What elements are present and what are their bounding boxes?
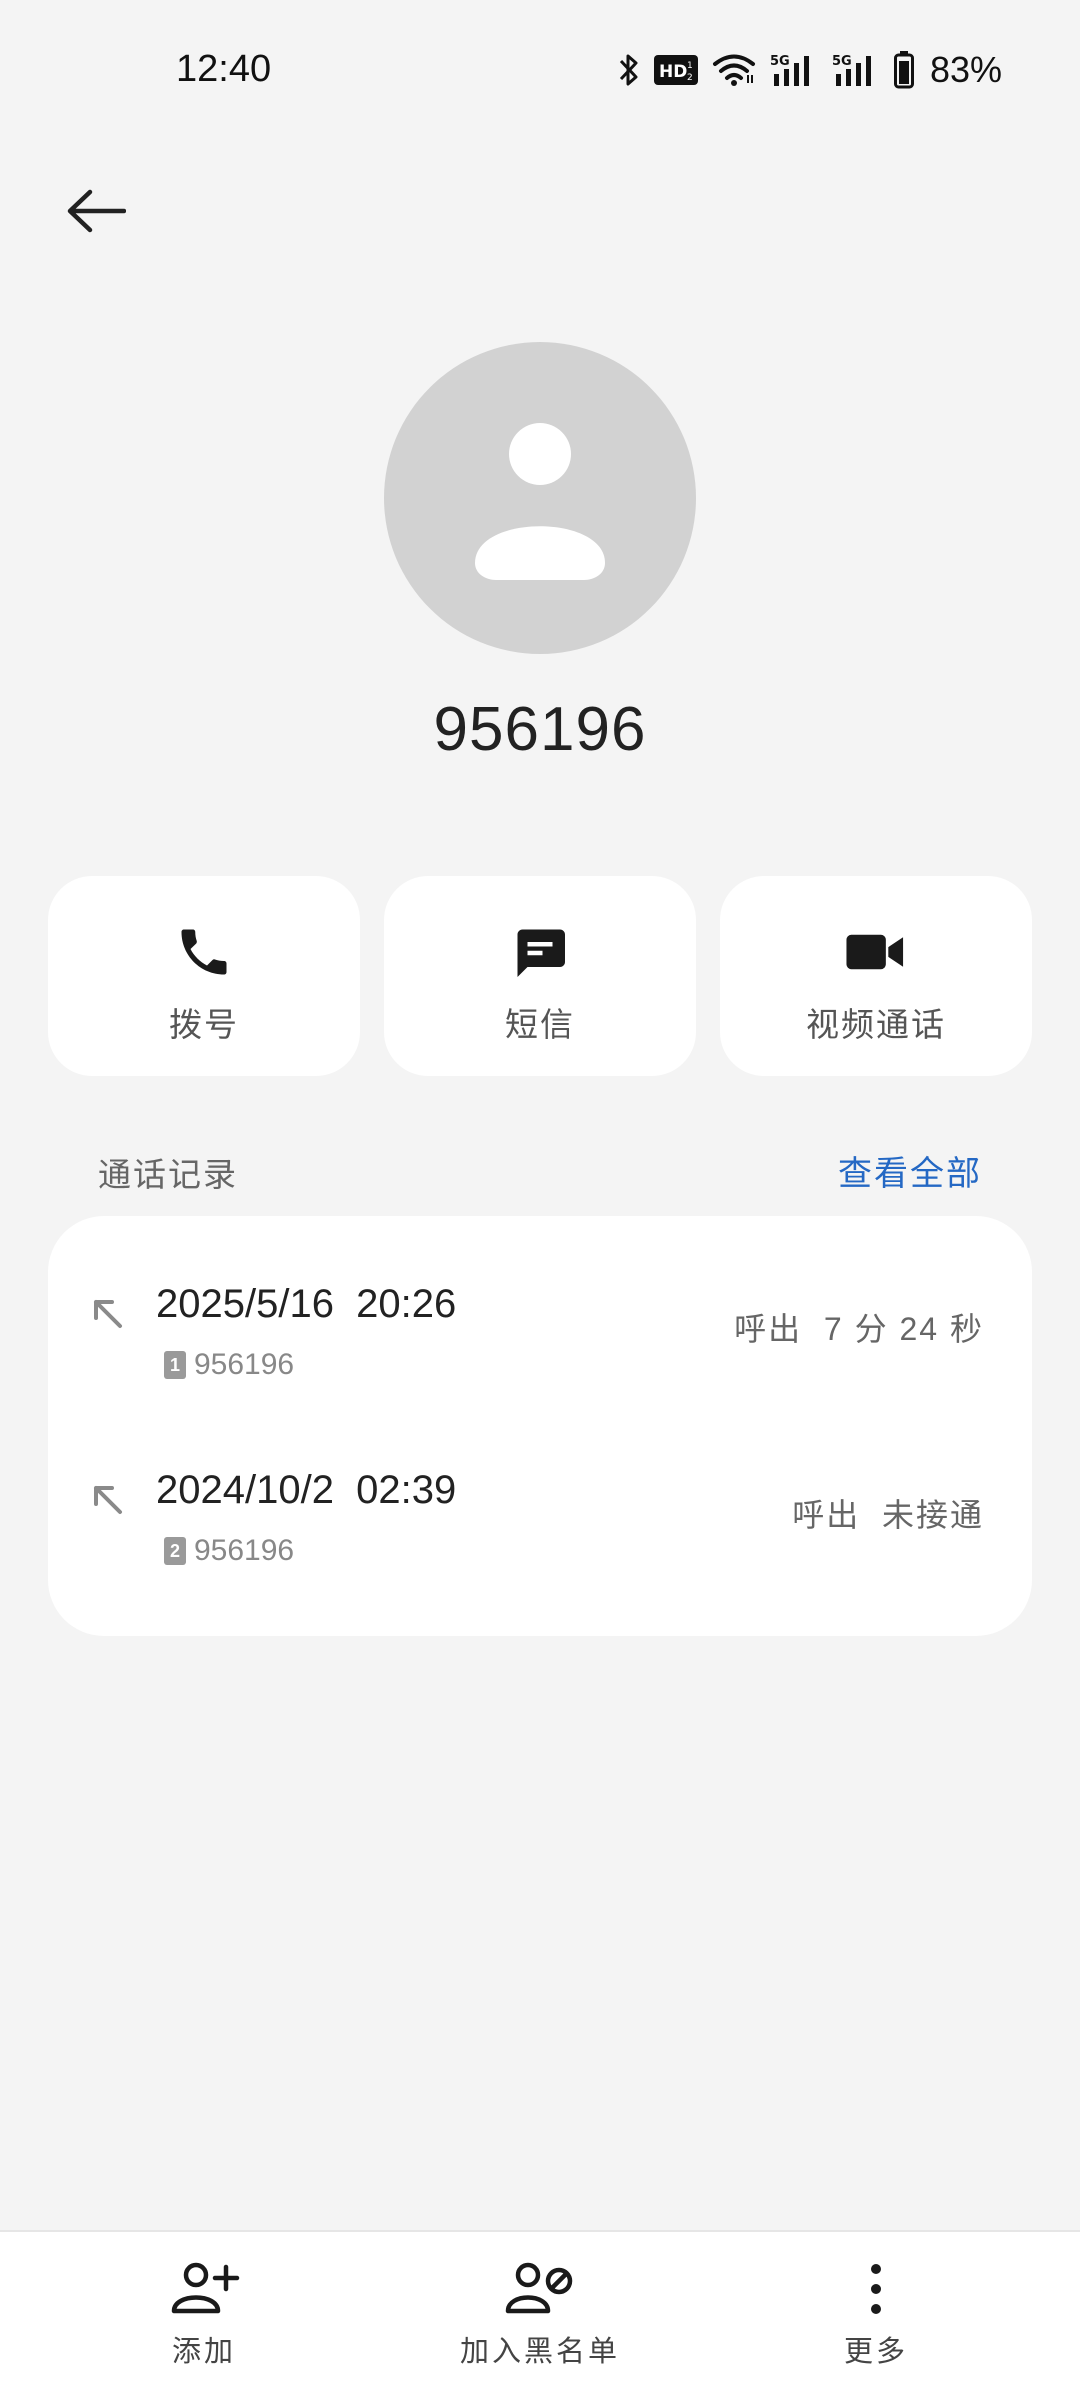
signal-5g-icon: 5G [770, 52, 818, 88]
message-button[interactable]: 短信 [384, 876, 696, 1076]
more-vertical-icon [866, 2254, 886, 2324]
sim-badge: 2 [164, 1537, 186, 1565]
battery-icon [893, 51, 914, 89]
block-contact-button[interactable]: 加入黑名单 [420, 2232, 660, 2400]
message-label: 短信 [505, 1006, 575, 1043]
wifi-icon [712, 53, 756, 87]
call-result: 呼出 未接通 [792, 1497, 984, 1533]
svg-text:2: 2 [687, 73, 693, 83]
phone-icon [48, 920, 360, 984]
sim-badge: 1 [164, 1351, 186, 1379]
signal-5g-icon: 5G [832, 52, 880, 88]
more-label: 更多 [843, 2336, 908, 2368]
arrow-left-icon [66, 189, 127, 238]
avatar [384, 342, 696, 654]
call-log-title: 通话记录 [98, 1156, 238, 1193]
add-contact-icon [168, 2254, 240, 2324]
call-datetime: 2024/10/2 02:39 [156, 1468, 457, 1512]
more-button[interactable]: 更多 [756, 2232, 996, 2400]
person-icon [384, 423, 696, 654]
battery-percent: 83% [929, 49, 1002, 90]
sim-info: 2 956196 [164, 1534, 294, 1568]
call-log-entry[interactable]: 2024/10/2 02:39 2 956196 呼出 未接通 [48, 1442, 1032, 1592]
contact-name: 956196 [433, 695, 647, 764]
back-button[interactable] [56, 178, 136, 248]
call-number: 956196 [194, 1348, 295, 1381]
status-bar: 12:40 HD 1 2 5G 5G 83% [0, 0, 1080, 150]
block-contact-label: 加入黑名单 [459, 2336, 620, 2368]
sim-info: 1 956196 [164, 1348, 294, 1382]
view-all-link[interactable]: 查看全部 [838, 1146, 982, 1195]
video-camera-icon [720, 920, 1032, 984]
bottom-toolbar: 添加 加入黑名单 更多 [0, 2230, 1080, 2400]
outgoing-call-icon [88, 1294, 128, 1334]
dial-label: 拨号 [169, 1006, 239, 1043]
svg-text:5G: 5G [770, 54, 790, 69]
dial-button[interactable]: 拨号 [48, 876, 360, 1076]
contact-detail-page: 12:40 HD 1 2 5G 5G 83% 956196 拨号 短信 视频通话… [0, 0, 1080, 2400]
call-datetime: 2025/5/16 20:26 [156, 1282, 457, 1326]
video-call-label: 视频通话 [806, 1006, 946, 1043]
add-contact-label: 添加 [171, 2336, 236, 2368]
call-number: 956196 [194, 1534, 295, 1567]
status-icons: HD 1 2 5G 5G 83% [618, 46, 1002, 94]
call-log-entry[interactable]: 2025/5/16 20:26 1 956196 呼出 7 分 24 秒 [48, 1256, 1032, 1406]
add-contact-button[interactable]: 添加 [84, 2232, 324, 2400]
call-result: 呼出 7 分 24 秒 [734, 1311, 984, 1347]
call-log-card: 2025/5/16 20:26 1 956196 呼出 7 分 24 秒 202… [48, 1216, 1032, 1636]
svg-text:5G: 5G [832, 54, 852, 69]
outgoing-call-icon [88, 1480, 128, 1520]
block-contact-icon [504, 2254, 576, 2324]
bluetooth-icon [618, 52, 640, 88]
status-time: 12:40 [176, 48, 272, 90]
hd-icon: HD 1 2 [653, 55, 698, 85]
svg-text:1: 1 [687, 61, 693, 71]
svg-text:HD: HD [659, 62, 687, 82]
video-call-button[interactable]: 视频通话 [720, 876, 1032, 1076]
message-icon [384, 920, 696, 984]
